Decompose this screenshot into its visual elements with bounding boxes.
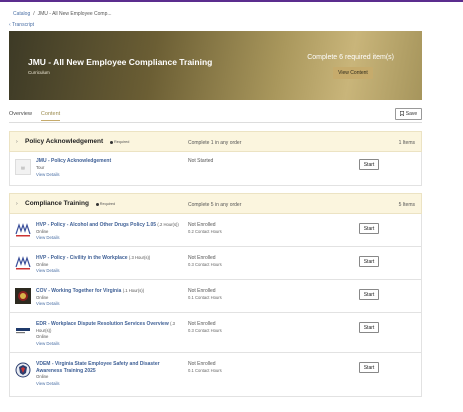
vdem-shield-icon	[15, 362, 31, 378]
required-items-text: Complete 6 required item(s)	[307, 54, 394, 61]
contact-hours: 0.2 Contact Hours	[188, 228, 222, 234]
section-title-wrap: Compliance Training Required	[25, 200, 115, 207]
section-title-wrap: Policy Acknowledgement Required	[25, 138, 129, 145]
view-content-button[interactable]: View Content	[333, 67, 373, 79]
section-compliance-training[interactable]: › Compliance Training Required Complete …	[9, 193, 422, 214]
item-title: JMU - Policy Acknowledgement	[36, 158, 184, 165]
item-meta: Online View Details	[36, 295, 60, 308]
view-details-link[interactable]: View Details	[36, 301, 60, 308]
back-link-label: Transcript	[11, 22, 35, 28]
required-dot-icon	[109, 140, 113, 144]
item-status: Not Started	[188, 158, 214, 164]
bookmark-icon	[399, 110, 404, 118]
hrm-logo-icon	[15, 255, 31, 271]
required-badge: Required	[109, 140, 130, 144]
start-button[interactable]: Start	[359, 322, 379, 333]
edr-logo-icon	[15, 322, 31, 338]
view-details-link[interactable]: View Details	[36, 341, 60, 348]
item-meta: Online View Details	[36, 374, 60, 387]
contact-hours: 0.1 Contact Hours	[188, 294, 222, 300]
section-policy-acknowledgement[interactable]: › Policy Acknowledgement Required Comple…	[9, 131, 422, 152]
hrm-logo-icon	[15, 222, 31, 238]
view-details-link[interactable]: View Details	[36, 381, 60, 388]
document-icon: ▤	[15, 159, 31, 175]
item-status: Not Enrolled 0.2 Contact Hours	[188, 222, 222, 235]
back-to-transcript-link[interactable]: ‹ Transcript	[9, 22, 34, 28]
item-status: Not Enrolled 0.1 Contact Hours	[188, 288, 222, 301]
start-button[interactable]: Start	[359, 223, 379, 234]
item-title-link[interactable]: EDR - Workplace Dispute Resolution Servi…	[36, 321, 169, 327]
item-hours: (.3 Hour(s))	[128, 255, 151, 260]
list-item: COV - Working Together for Virginia (.1 …	[9, 280, 422, 313]
curriculum-banner: JMU - All New Employee Compliance Traini…	[9, 31, 422, 100]
breadcrumb-catalog-link[interactable]: Catalog	[13, 11, 30, 17]
item-meta: Online View Details	[36, 262, 60, 275]
section-count: 5 Items	[398, 202, 415, 208]
tab-content[interactable]: Content	[40, 111, 61, 121]
item-meta: Tour View Details	[36, 165, 60, 178]
list-item: HVP - Policy - Alcohol and Other Drugs P…	[9, 214, 422, 247]
chevron-right-icon[interactable]: ›	[16, 139, 18, 145]
contact-hours: 0.1 Contact Hours	[188, 367, 222, 373]
item-meta: Online View Details	[36, 229, 60, 242]
tab-divider	[9, 122, 422, 123]
start-button[interactable]: Start	[359, 256, 379, 267]
breadcrumb: Catalog / JMU - All New Employee Comp...	[13, 11, 112, 17]
curriculum-type-label: Curriculum	[28, 70, 50, 75]
tab-bar: Overview Content	[9, 111, 61, 121]
item-title: VDEM - Virginia State Employee Safety an…	[36, 361, 184, 374]
required-badge: Required	[95, 202, 116, 206]
list-item: VDEM - Virginia State Employee Safety an…	[9, 353, 422, 397]
required-badge-label: Required	[113, 140, 130, 144]
required-dot-icon	[95, 202, 99, 206]
virginia-seal-icon	[15, 288, 31, 304]
top-accent-bar	[0, 0, 463, 2]
required-badge-label: Required	[99, 202, 116, 206]
page-title: JMU - All New Employee Compliance Traini…	[28, 57, 213, 67]
chevron-right-icon[interactable]: ›	[16, 201, 18, 207]
view-details-link[interactable]: View Details	[36, 172, 60, 179]
start-button[interactable]: Start	[359, 159, 379, 170]
item-meta: Online View Details	[36, 334, 60, 347]
save-button[interactable]: Save	[395, 108, 422, 120]
item-hours: (.1 Hour(s))	[122, 288, 145, 293]
item-status: Not Enrolled 0.1 Contact Hours	[188, 361, 222, 374]
tab-overview[interactable]: Overview	[9, 111, 32, 121]
section-title: Compliance Training	[25, 200, 89, 207]
view-details-link[interactable]: View Details	[36, 268, 60, 275]
view-details-link[interactable]: View Details	[36, 235, 60, 242]
item-status: Not Enrolled 0.3 Contact Hours	[188, 321, 222, 334]
item-title-link[interactable]: HVP - Policy - Civility in the Workplace	[36, 255, 128, 261]
contact-hours: 0.3 Contact Hours	[188, 327, 222, 333]
section-rule: Complete 5 in any order	[188, 202, 242, 208]
contact-hours: 0.3 Contact Hours	[188, 261, 222, 267]
item-hours: (.2 Hour(s))	[157, 222, 179, 227]
start-button[interactable]: Start	[359, 289, 379, 300]
item-status: Not Enrolled 0.3 Contact Hours	[188, 255, 222, 268]
chevron-left-icon: ‹	[9, 22, 11, 28]
section-title: Policy Acknowledgement	[25, 138, 104, 145]
list-item: EDR - Workplace Dispute Resolution Servi…	[9, 313, 422, 353]
item-title-link[interactable]: COV - Working Together for Virginia	[36, 288, 121, 294]
start-button[interactable]: Start	[359, 362, 379, 373]
breadcrumb-separator: /	[33, 11, 35, 17]
item-title-link[interactable]: VDEM - Virginia State Employee Safety an…	[36, 361, 160, 374]
item-title-link[interactable]: JMU - Policy Acknowledgement	[36, 158, 111, 164]
section-count: 1 Items	[398, 140, 415, 146]
list-item: ▤ JMU - Policy Acknowledgement Tour View…	[9, 152, 422, 186]
save-label: Save	[405, 111, 418, 117]
breadcrumb-current: JMU - All New Employee Comp...	[37, 11, 112, 17]
section-rule: Complete 1 in any order	[188, 140, 242, 146]
item-title: EDR - Workplace Dispute Resolution Servi…	[36, 321, 184, 334]
item-title-link[interactable]: HVP - Policy - Alcohol and Other Drugs P…	[36, 222, 156, 228]
list-item: HVP - Policy - Civility in the Workplace…	[9, 247, 422, 280]
